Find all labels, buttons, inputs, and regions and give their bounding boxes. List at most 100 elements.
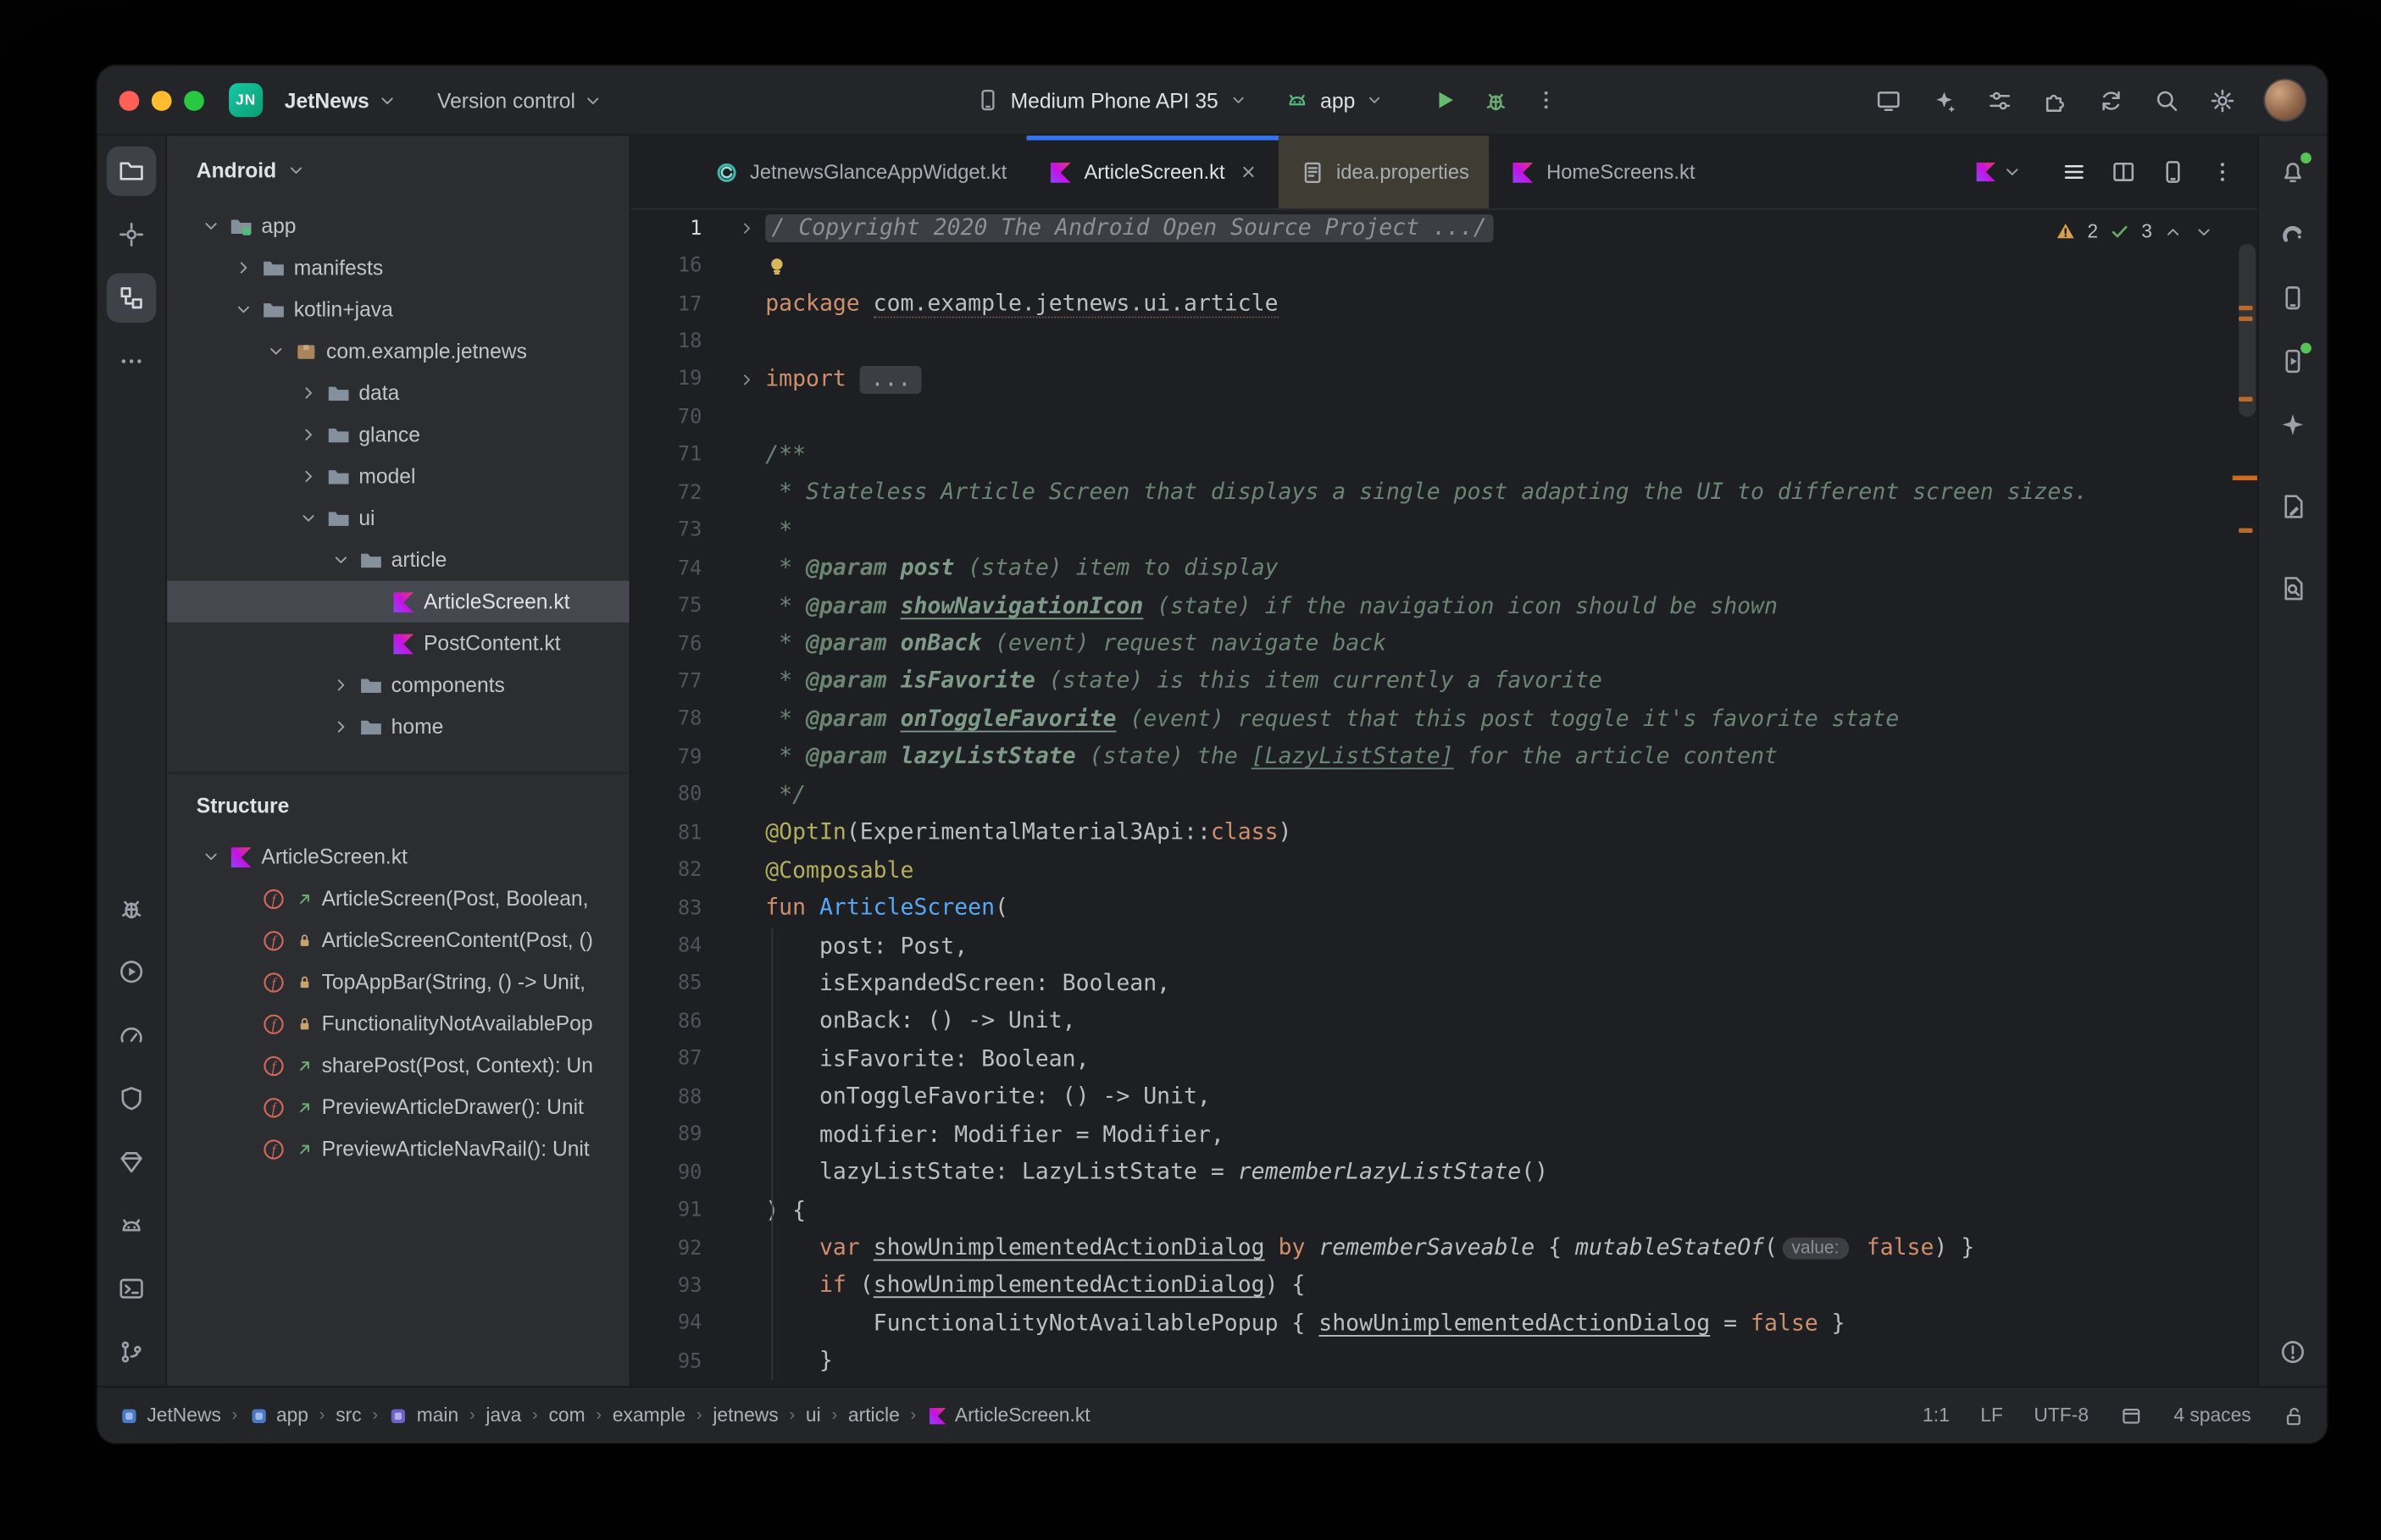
line-separator-widget[interactable]: LF <box>1980 1404 2003 1426</box>
project-tree-item[interactable]: app <box>167 205 630 247</box>
emulator-tool-icon[interactable] <box>107 1200 156 1249</box>
gemini-tool-icon[interactable] <box>2268 400 2317 449</box>
encoding-widget[interactable]: UTF-8 <box>2034 1404 2089 1426</box>
code-line[interactable]: 86 onBack: () -> Unit, <box>630 1003 2256 1041</box>
profiler-tool-icon[interactable] <box>107 1011 156 1060</box>
code-view-icon[interactable] <box>2061 158 2087 185</box>
run-tool-icon[interactable] <box>107 947 156 996</box>
editor-tab[interactable]: ArticleScreen.kt <box>1027 136 1279 208</box>
terminal-tool-icon[interactable] <box>107 1264 156 1313</box>
breadcrumb-item[interactable]: ArticleScreen.kt <box>927 1404 1091 1426</box>
breadcrumb-item[interactable]: article <box>848 1404 900 1426</box>
chevron-right-icon[interactable] <box>296 379 322 406</box>
project-tree-item[interactable]: manifests <box>167 247 630 288</box>
code-line[interactable]: 83fun ArticleScreen( <box>630 889 2256 928</box>
structure-tree-item[interactable]: ArticleScreen.kt <box>167 836 630 878</box>
search-everywhere-icon[interactable] <box>2145 79 2188 122</box>
code-line[interactable]: 80 */ <box>630 777 2256 815</box>
code-line[interactable]: 17package com.example.jetnews.ui.article <box>630 285 2256 324</box>
project-tree-item[interactable]: ArticleScreen.kt <box>167 581 630 623</box>
project-tree-item[interactable]: article <box>167 539 630 580</box>
ai-assistant-icon[interactable] <box>1922 79 1965 122</box>
breadcrumb-item[interactable]: app <box>248 1404 308 1426</box>
chevron-down-icon[interactable] <box>230 296 257 323</box>
close-tab-icon[interactable] <box>1239 162 1259 182</box>
fold-indicator-icon[interactable] <box>702 219 765 238</box>
code-line[interactable]: 18 <box>630 323 2256 361</box>
code-line[interactable]: 89 modifier: Modifier = Modifier, <box>630 1116 2256 1155</box>
structure-tree-item[interactable]: fPreviewArticleNavRail(): Unit <box>167 1128 630 1170</box>
chevron-right-icon[interactable] <box>296 463 322 490</box>
project-tree-item[interactable]: ui <box>167 497 630 539</box>
indent-widget[interactable]: 4 spaces <box>2173 1404 2251 1426</box>
code-line[interactable]: 95 } <box>630 1343 2256 1381</box>
running-devices-tool-icon[interactable] <box>2268 336 2317 385</box>
structure-tool-icon[interactable] <box>107 273 156 322</box>
notifications-icon[interactable] <box>2268 147 2317 196</box>
project-tree-item[interactable]: com.example.jetnews <box>167 330 630 372</box>
more-run-options-icon[interactable] <box>1535 88 1559 113</box>
project-tree-item[interactable]: PostContent.kt <box>167 623 630 664</box>
project-tree-item[interactable]: model <box>167 456 630 497</box>
chevron-down-icon[interactable] <box>328 546 354 573</box>
gradle-sync-icon[interactable] <box>2089 79 2132 122</box>
device-mirroring-icon[interactable] <box>1866 79 1909 122</box>
chevron-down-icon[interactable] <box>263 338 289 364</box>
project-tree-item[interactable]: home <box>167 706 630 747</box>
code-line[interactable]: 75 * @param showNavigationIcon (state) i… <box>630 588 2256 626</box>
plugins-icon[interactable] <box>2033 79 2076 122</box>
structure-tree-item[interactable]: fTopAppBar(String, () -> Unit, <box>167 961 630 1002</box>
minimize-window-button[interactable] <box>152 90 172 110</box>
user-avatar[interactable] <box>2265 80 2305 119</box>
breadcrumb-item[interactable]: main <box>389 1404 458 1426</box>
code-line[interactable]: 19import ... <box>630 361 2256 399</box>
close-window-button[interactable] <box>119 90 140 110</box>
previous-problem-icon[interactable] <box>2163 221 2184 241</box>
split-view-icon[interactable] <box>2111 158 2137 185</box>
structure-tree-item[interactable]: fArticleScreenContent(Post, () <box>167 919 630 961</box>
code-editor[interactable]: 1/ Copyright 2020 The Android Open Sourc… <box>630 210 2256 1387</box>
chevron-right-icon[interactable] <box>296 422 322 448</box>
run-button[interactable] <box>1431 86 1459 114</box>
chevron-down-icon[interactable] <box>296 505 322 531</box>
project-widget[interactable]: JetNews <box>275 82 407 118</box>
code-line[interactable]: 92 var showUnimplementedActionDialog by … <box>630 1230 2256 1268</box>
structure-tree-item[interactable]: fPreviewArticleDrawer(): Unit <box>167 1086 630 1127</box>
run-config-selector[interactable]: app <box>1285 88 1385 113</box>
editor-tab[interactable]: JetnewsGlanceAppWidget.kt <box>692 136 1026 208</box>
project-tool-icon[interactable] <box>107 147 156 196</box>
breadcrumb-item[interactable]: java <box>486 1404 521 1426</box>
code-line[interactable]: 88 onToggleFavorite: () -> Unit, <box>630 1078 2256 1116</box>
structure-tree-item[interactable]: fsharePost(Post, Context): Un <box>167 1044 630 1086</box>
code-line[interactable]: 90 lazyListState: LazyListState = rememb… <box>630 1154 2256 1192</box>
editor-tab[interactable]: HomeScreens.kt <box>1490 136 1716 208</box>
settings-icon[interactable] <box>2200 79 2243 122</box>
code-line[interactable]: 74 * @param post (state) item to display <box>630 550 2256 588</box>
project-tree-item[interactable]: kotlin+java <box>167 289 630 330</box>
more-tool-windows-icon[interactable] <box>107 336 156 385</box>
project-tree-item[interactable]: data <box>167 372 630 413</box>
fold-indicator-icon[interactable] <box>702 370 765 389</box>
code-line[interactable]: 73 * <box>630 512 2256 550</box>
code-line[interactable]: 77 * @param isFavorite (state) is this i… <box>630 663 2256 701</box>
error-stripe-mark[interactable] <box>2239 306 2252 310</box>
chevron-down-icon[interactable] <box>198 213 225 239</box>
code-line[interactable]: 71/** <box>630 436 2256 474</box>
code-line[interactable]: 85 isExpandedScreen: Boolean, <box>630 965 2256 1003</box>
editor-more-icon[interactable] <box>2209 158 2235 185</box>
app-inspection-tool-icon[interactable] <box>2268 482 2317 531</box>
code-line[interactable]: 78 * @param onToggleFavorite (event) req… <box>630 701 2256 739</box>
error-stripe-mark[interactable] <box>2239 529 2252 533</box>
code-line[interactable]: 94 FunctionalityNotAvailablePopup { show… <box>630 1305 2256 1343</box>
layout-inspector-tool-icon[interactable] <box>2268 564 2317 613</box>
editor-scrollbar[interactable] <box>2239 244 2256 417</box>
gradle-tool-icon[interactable] <box>2268 210 2317 259</box>
code-line[interactable]: 16 <box>630 247 2256 285</box>
chevron-right-icon[interactable] <box>328 672 354 698</box>
structure-tree-item[interactable]: fArticleScreen(Post, Boolean, <box>167 878 630 919</box>
build-tool-icon[interactable] <box>107 1137 156 1186</box>
breadcrumb-item[interactable]: ui <box>806 1404 821 1426</box>
breadcrumb-item[interactable]: example <box>613 1404 685 1426</box>
structure-tree-item[interactable]: fFunctionalityNotAvailablePop <box>167 1003 630 1044</box>
intention-bulb-icon[interactable] <box>765 255 788 278</box>
